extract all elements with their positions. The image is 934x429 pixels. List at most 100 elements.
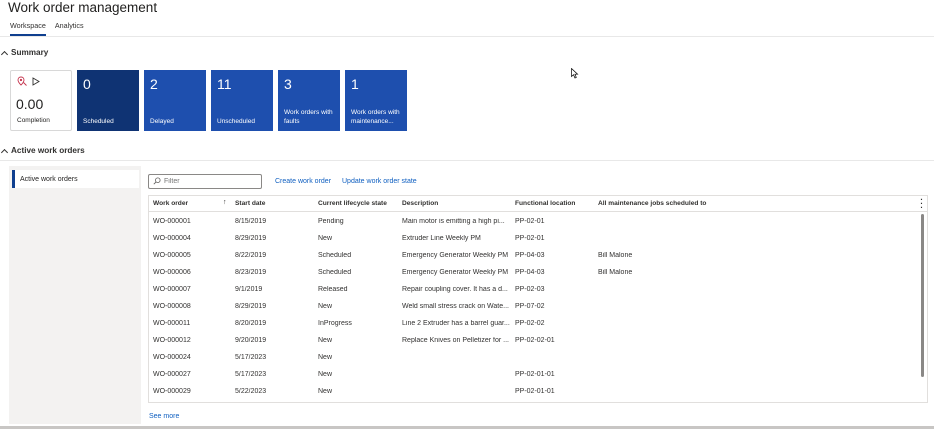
cell-lifecycle-state: Scheduled — [318, 252, 352, 259]
completion-value: 0.00 — [16, 96, 44, 112]
table-row[interactable]: WO-000007 9/1/2019 Released Repair coupling… — [149, 282, 915, 299]
tab-bar: Workspace Analytics — [10, 21, 84, 36]
cell-work-order[interactable]: WO-000011 — [153, 320, 223, 327]
chevron-up-icon — [0, 148, 9, 156]
grid-header: Work order ↑ Start date Current lifecycl… — [149, 196, 927, 212]
table-row[interactable]: WO-000027 5/17/2023 New PP-02-01-01 — [149, 367, 915, 384]
cell-description: Main motor is emitting a high pi... — [402, 218, 505, 225]
tile-unscheduled[interactable]: 11 Unscheduled — [211, 70, 273, 131]
tab-workspace[interactable]: Workspace — [10, 21, 46, 36]
column-header-description[interactable]: Description — [402, 200, 502, 207]
cell-work-order[interactable]: WO-000001 — [153, 218, 223, 225]
table-row[interactable]: WO-000004 8/29/2019 New Extruder Line Weekl… — [149, 231, 915, 248]
cell-start-date: 8/29/2019 — [235, 303, 267, 310]
cell-lifecycle-state: Pending — [318, 218, 344, 225]
sort-ascending-icon[interactable]: ↑ — [223, 199, 227, 206]
table-row[interactable]: WO-000012 9/20/2019 New Replace Knives on P… — [149, 333, 915, 350]
column-header-start-date[interactable]: Start date — [235, 200, 305, 207]
cell-description: Emergency Generator Weekly PM — [402, 269, 509, 276]
more-options-icon[interactable]: · · · — [920, 196, 923, 212]
table-row[interactable]: WO-000006 8/23/2019 Scheduled Emergency Gen… — [149, 265, 915, 282]
summary-section-toggle[interactable]: Summary — [0, 48, 48, 58]
search-icon — [153, 177, 161, 187]
tile-scheduled[interactable]: 0 Scheduled — [77, 70, 139, 131]
cell-functional-location: PP-07-02 — [515, 303, 545, 310]
cell-work-order[interactable]: WO-000027 — [153, 371, 223, 378]
cell-description: Emergency Generator Weekly PM — [402, 252, 509, 259]
filter-input[interactable] — [164, 178, 254, 185]
list-nav-pane: Active work orders — [9, 166, 141, 424]
cell-start-date: 8/15/2019 — [235, 218, 267, 225]
cell-description: Line 2 Extruder has a barrel guar... — [402, 320, 510, 327]
cell-work-order[interactable]: WO-000007 — [153, 286, 223, 293]
cell-lifecycle-state: New — [318, 235, 333, 242]
cell-lifecycle-state: New — [318, 337, 333, 344]
cell-functional-location: PP-02-03 — [515, 286, 545, 293]
active-work-orders-header: Active work orders — [11, 146, 85, 155]
tile-count: 3 — [284, 76, 292, 92]
column-header-lifecycle-state[interactable]: Current lifecycle state — [318, 200, 398, 207]
column-header-maintenance-jobs[interactable]: All maintenance jobs scheduled to — [598, 200, 738, 207]
cell-start-date: 8/23/2019 — [235, 269, 267, 276]
table-row[interactable]: WO-000024 5/17/2023 New — [149, 350, 915, 367]
cell-description: Repair coupling cover. It has a d... — [402, 286, 508, 293]
table-row[interactable]: WO-000029 5/22/2023 New PP-02-01-01 — [149, 384, 915, 401]
completion-kpi-tile[interactable]: 0.00 Completion — [10, 70, 72, 131]
cell-lifecycle-state: New — [318, 371, 333, 378]
table-row[interactable]: WO-000001 8/15/2019 Pending Main motor is e… — [149, 214, 915, 231]
tile-count: 1 — [351, 76, 359, 92]
cell-work-order[interactable]: WO-000012 — [153, 337, 223, 344]
cell-functional-location: PP-02-01-01 — [515, 388, 555, 395]
tile-delayed[interactable]: 2 Delayed — [144, 70, 206, 131]
cell-work-order[interactable]: WO-000005 — [153, 252, 223, 259]
cell-description: Extruder Line Weekly PM — [402, 235, 481, 242]
tabs-divider — [0, 36, 934, 37]
cell-start-date: 5/22/2023 — [235, 388, 267, 395]
nav-item-active-work-orders[interactable]: Active work orders — [12, 170, 139, 188]
page-title: Work order management — [8, 0, 158, 15]
tile-label: Unscheduled — [217, 118, 255, 126]
column-header-work-order[interactable]: Work order — [153, 200, 223, 207]
mouse-cursor-icon — [571, 67, 579, 81]
tile-count: 2 — [150, 76, 158, 92]
map-pin-icon — [17, 76, 27, 88]
cell-work-order[interactable]: WO-000024 — [153, 354, 223, 361]
tile-work-orders-with-faults[interactable]: 3 Work orders with faults — [278, 70, 340, 131]
create-work-order-button[interactable]: Create work order — [275, 178, 331, 185]
cell-description: Weld small stress crack on Wate... — [402, 303, 509, 310]
cell-functional-location: PP-02-01 — [515, 218, 545, 225]
cell-start-date: 5/17/2023 — [235, 354, 267, 361]
cell-start-date: 8/22/2019 — [235, 252, 267, 259]
tab-analytics[interactable]: Analytics — [55, 21, 84, 36]
tile-work-orders-with-maintenance[interactable]: 1 Work orders with maintenance... — [345, 70, 407, 131]
table-row[interactable]: WO-000008 8/29/2019 New Weld small stress c… — [149, 299, 915, 316]
cell-lifecycle-state: New — [318, 354, 333, 361]
table-row[interactable]: WO-000005 8/22/2019 Scheduled Emergency Gen… — [149, 248, 915, 265]
cell-maintenance-jobs: Bill Malone — [598, 269, 633, 276]
cell-lifecycle-state: Released — [318, 286, 348, 293]
cell-work-order[interactable]: WO-000006 — [153, 269, 223, 276]
cell-functional-location: PP-02-01-01 — [515, 371, 555, 378]
update-work-order-state-button[interactable]: Update work order state — [342, 178, 417, 185]
table-row[interactable]: WO-000011 8/20/2019 InProgress Line 2 Extru… — [149, 316, 915, 333]
cell-work-order[interactable]: WO-000004 — [153, 235, 223, 242]
see-more-link[interactable]: See more — [149, 413, 179, 420]
cell-functional-location: PP-02-02-01 — [515, 337, 555, 344]
chevron-up-icon — [0, 50, 9, 58]
tile-label: Work orders with maintenance... — [351, 109, 400, 126]
tile-count: 0 — [83, 76, 91, 92]
cell-work-order[interactable]: WO-000008 — [153, 303, 223, 310]
cell-start-date: 5/17/2023 — [235, 371, 267, 378]
cell-functional-location: PP-02-01 — [515, 235, 545, 242]
active-work-orders-section-toggle[interactable]: Active work orders — [0, 146, 85, 156]
work-orders-grid: Work order ↑ Start date Current lifecycl… — [148, 195, 928, 403]
vertical-scrollbar[interactable] — [921, 214, 924, 377]
cell-work-order[interactable]: WO-000029 — [153, 388, 223, 395]
filter-field[interactable] — [148, 174, 262, 189]
cell-maintenance-jobs: Bill Malone — [598, 252, 633, 259]
cell-lifecycle-state: New — [318, 303, 333, 310]
summary-tiles: 0.00 Completion 0 Scheduled 2 Delayed 11… — [10, 70, 407, 131]
cell-functional-location: PP-04-03 — [515, 269, 545, 276]
column-header-functional-location[interactable]: Functional location — [515, 200, 595, 207]
tile-label: Work orders with faults — [284, 109, 333, 126]
